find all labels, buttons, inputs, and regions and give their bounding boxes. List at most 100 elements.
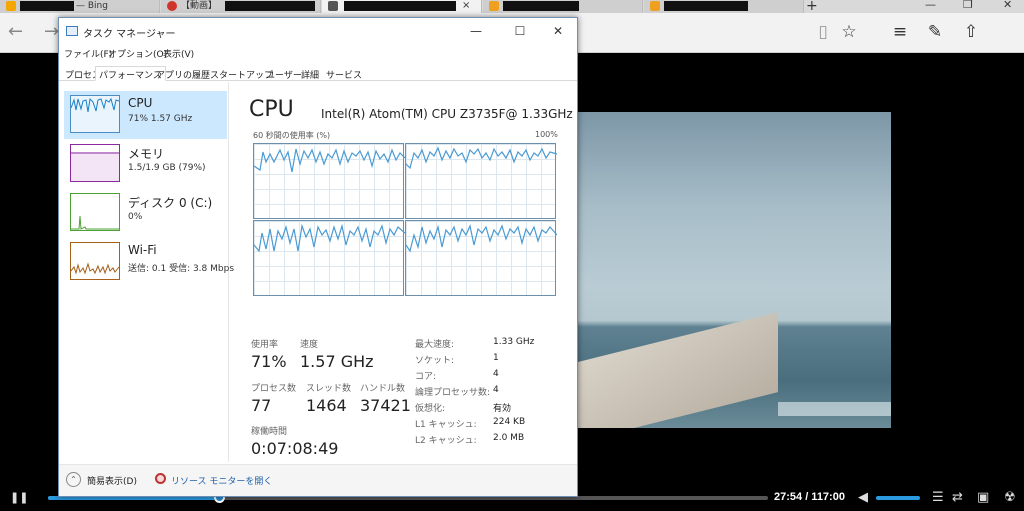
- tab-details[interactable]: 詳細: [297, 66, 323, 81]
- browser-close-icon[interactable]: ✕: [1003, 0, 1012, 11]
- browser-maximize-icon[interactable]: ❐: [963, 0, 973, 11]
- resource-name: Wi-Fi: [128, 243, 157, 257]
- menu-options[interactable]: オプション(O): [108, 47, 167, 60]
- speed-value: 1.57 GHz: [300, 352, 374, 371]
- browser-tab-active[interactable]: ×: [322, 0, 482, 13]
- handles-label: ハンドル数: [360, 384, 406, 394]
- spec-value: 2.0 MB: [493, 433, 525, 443]
- spec-key: 最大速度:: [415, 340, 455, 350]
- favorite-star-icon[interactable]: ☆: [839, 22, 859, 42]
- spec-value: 1: [493, 353, 499, 363]
- usage-value: 71%: [251, 352, 287, 371]
- browser-tab[interactable]: [644, 0, 804, 13]
- resource-memory[interactable]: メモリ 1.5/1.9 GB (79%): [64, 140, 227, 188]
- resource-name: CPU: [128, 96, 153, 110]
- spec-value: 4: [493, 385, 499, 395]
- repeat-icon[interactable]: ⇄: [952, 490, 963, 505]
- title-bar[interactable]: タスク マネージャー — ☐ ✕: [59, 18, 577, 44]
- resource-name: メモリ: [128, 147, 165, 161]
- close-button[interactable]: ✕: [538, 22, 578, 40]
- cpu-core-graph-3: [405, 220, 557, 296]
- cpu-core-graph-2: [253, 220, 405, 296]
- cpu-core-graph-1: [405, 143, 557, 219]
- speed-label: 速度: [300, 340, 319, 350]
- reading-view-icon[interactable]: ▯: [813, 22, 833, 42]
- video-favicon-icon: [167, 1, 177, 11]
- tab-close-icon[interactable]: ×: [462, 0, 470, 12]
- footer-bar: ⌃ 簡易表示(D) リソース モニターを開く: [59, 464, 577, 496]
- page-favicon-icon: [650, 1, 660, 11]
- uptime-value: 0:07:08:49: [251, 439, 339, 458]
- redacted-text: [20, 1, 74, 11]
- open-resource-monitor-link[interactable]: リソース モニターを開く: [171, 474, 272, 487]
- browser-tab[interactable]: [483, 0, 643, 13]
- uptime-label: 稼働時間: [251, 427, 288, 437]
- detail-title: CPU: [249, 97, 294, 122]
- resource-value: 送信: 0.1 受信: 3.8 Mbps: [128, 264, 235, 274]
- graph-caption: 60 秒間の使用率 (%): [253, 131, 331, 140]
- spec-key: コア:: [415, 372, 437, 382]
- resource-value: 1.5/1.9 GB (79%): [128, 163, 206, 173]
- tab-strip: プロセス パフォーマンス アプリの履歴 スタートアップ ユーザー 詳細 サービス: [59, 63, 577, 81]
- spec-key: L1 キャッシュ:: [415, 420, 477, 430]
- menu-bar: ファイル(F) オプション(O) 表示(V): [59, 45, 577, 61]
- volume-icon[interactable]: ◀: [858, 490, 868, 505]
- cpu-model-name: Intel(R) Atom(TM) CPU Z3735F@ 1.33GHz: [321, 107, 573, 121]
- tab-title: 【動画】: [181, 1, 218, 11]
- hub-icon[interactable]: ≡: [890, 22, 910, 42]
- cpu-thumbnail-graph: [70, 95, 120, 133]
- processes-label: プロセス数: [251, 384, 297, 394]
- new-tab-button[interactable]: +: [806, 0, 818, 14]
- subtitle-icon[interactable]: ▣: [977, 490, 989, 505]
- cpu-core-graph-0: [253, 143, 405, 219]
- maximize-button[interactable]: ☐: [500, 22, 540, 40]
- radiation-icon[interactable]: ☢: [1004, 490, 1016, 505]
- fewer-details-button[interactable]: 簡易表示(D): [87, 474, 137, 487]
- browser-tab-video[interactable]: 【動画】: [161, 0, 321, 13]
- spec-value: 224 KB: [493, 417, 526, 427]
- disk-thumbnail-graph: [70, 193, 120, 231]
- forward-icon[interactable]: →: [44, 22, 59, 42]
- graph-max-label: 100%: [535, 130, 558, 139]
- spec-value: 有効: [493, 404, 512, 414]
- spec-value: 1.33 GHz: [493, 337, 535, 347]
- threads-value: 1464: [306, 396, 347, 415]
- resource-wifi[interactable]: Wi-Fi 送信: 0.1 受信: 3.8 Mbps: [64, 238, 234, 286]
- resource-value: 71% 1.57 GHz: [128, 114, 193, 124]
- web-note-icon[interactable]: ✎: [925, 22, 945, 42]
- tab-title: — Bing: [76, 1, 108, 11]
- share-icon[interactable]: ⇧: [961, 22, 981, 42]
- menu-view[interactable]: 表示(V): [163, 47, 194, 60]
- task-manager-app-icon: [66, 26, 78, 36]
- resource-cpu[interactable]: CPU 71% 1.57 GHz: [64, 91, 227, 139]
- volume-slider[interactable]: [876, 496, 920, 500]
- spec-value: 4: [493, 369, 499, 379]
- sea-foam: [778, 402, 891, 416]
- playback-time: 27:54 / 117:00: [774, 491, 845, 503]
- browser-tab-bing[interactable]: — Bing: [0, 0, 160, 13]
- video-frame[interactable]: [578, 112, 891, 428]
- bing-favicon-icon: [6, 1, 16, 11]
- processes-value: 77: [251, 396, 272, 415]
- spec-key: 論理プロセッサ数:: [415, 388, 491, 398]
- page-favicon-icon: [328, 1, 338, 11]
- spec-key: 仮想化:: [415, 404, 446, 414]
- redacted-text: [225, 1, 315, 11]
- redacted-text: [503, 1, 579, 11]
- memory-thumbnail-graph: [70, 144, 120, 182]
- redacted-text: [664, 1, 748, 11]
- handles-value: 37421: [360, 396, 411, 415]
- minimize-button[interactable]: —: [456, 22, 496, 40]
- chevron-up-icon[interactable]: ⌃: [66, 472, 81, 487]
- browser-minimize-icon[interactable]: —: [925, 0, 936, 11]
- back-icon[interactable]: ←: [8, 22, 23, 42]
- tab-services[interactable]: サービス: [322, 66, 366, 81]
- menu-file[interactable]: ファイル(F): [64, 47, 112, 60]
- tab-app-history[interactable]: アプリの履歴: [152, 66, 214, 81]
- pause-icon[interactable]: ❚❚: [10, 490, 28, 505]
- resource-value: 0%: [128, 212, 143, 222]
- menu-icon[interactable]: ☰: [932, 490, 944, 505]
- resource-list: CPU 71% 1.57 GHz メモリ 1.5/1.9 GB (79%) ディ…: [59, 82, 234, 462]
- resource-disk[interactable]: ディスク 0 (C:) 0%: [64, 189, 227, 237]
- redacted-text: [344, 1, 456, 11]
